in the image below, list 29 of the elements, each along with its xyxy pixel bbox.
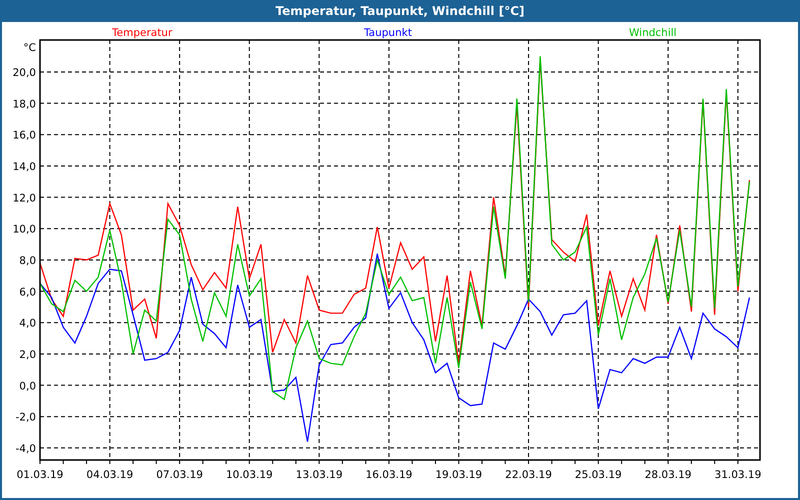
legend-label: Windchill bbox=[629, 27, 677, 39]
axis-unit-label: °C bbox=[23, 42, 36, 54]
x-tick-label: 25.03.19 bbox=[574, 469, 622, 481]
x-tick-label: 28.03.19 bbox=[644, 469, 692, 481]
y-tick-label: 0,0 bbox=[19, 380, 36, 392]
x-tick-label: 22.03.19 bbox=[505, 469, 552, 481]
x-tick-label: 10.03.19 bbox=[226, 469, 273, 481]
legend-label: Temperatur bbox=[112, 27, 172, 39]
y-tick-label: 12,0 bbox=[12, 192, 36, 204]
x-tick-label: 31.03.19 bbox=[714, 469, 762, 481]
x-tick-label: 01.03.19 bbox=[16, 469, 64, 481]
y-tick-label: 20,0 bbox=[12, 66, 36, 79]
y-tick-label: 2,0 bbox=[19, 348, 36, 361]
y-tick-label: 16,0 bbox=[12, 130, 36, 142]
x-tick-label: 07.03.19 bbox=[156, 469, 203, 481]
x-tick-label: 16.03.19 bbox=[366, 469, 412, 481]
y-tick-label: 14,0 bbox=[12, 160, 36, 173]
y-tick-label: 18,0 bbox=[12, 98, 36, 110]
x-tick-label: 19.03.19 bbox=[435, 469, 482, 481]
x-tick-label: 04.03.19 bbox=[86, 469, 134, 481]
y-tick-label: 4,0 bbox=[19, 318, 36, 330]
y-tick-label: 6,0 bbox=[19, 286, 36, 298]
legend-label: Taupunkt bbox=[364, 27, 412, 39]
y-tick-label: 8,0 bbox=[19, 254, 36, 267]
y-tick-label: 10,0 bbox=[12, 224, 36, 236]
y-tick-label: -4,0 bbox=[16, 442, 36, 455]
x-tick-label: 13.03.19 bbox=[296, 469, 343, 481]
window-title: Temperatur, Taupunkt, Windchill [°C] bbox=[0, 0, 800, 22]
y-tick-label: -2,0 bbox=[16, 412, 36, 424]
